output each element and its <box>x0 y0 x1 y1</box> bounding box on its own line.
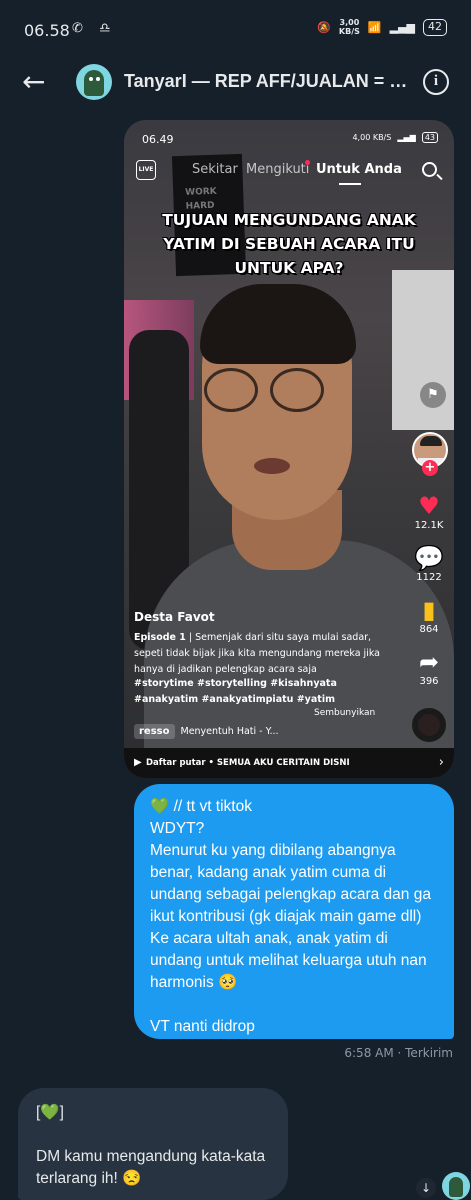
music-bar: resso Menyentuh Hati - Y... <box>134 724 279 739</box>
tab-sekitar: Sekitar <box>192 162 238 177</box>
video-caption-overlay: TUJUAN MENGUNDANG ANAK YATIM DI SEBUAH A… <box>162 211 416 277</box>
creator-username: Desta Favot <box>134 610 215 624</box>
conversation-header: ← TanyarI — REP AFF/JUALAN = BL... i <box>0 60 471 106</box>
playlist-label: Daftar putar • SEMUA AKU CERITAIN DISNI <box>146 758 350 768</box>
incoming-message-text: [💚] DM kamu mengandung kata-kata terlara… <box>36 1104 266 1187</box>
comment-action: 💬 1122 <box>408 544 450 583</box>
video-hashtags: #storytime #storytelling #kisahnyata #an… <box>134 678 337 705</box>
bookmark-count: 864 <box>419 624 439 635</box>
video-description: Episode 1 | Semenjak dari situ saya mula… <box>134 632 380 675</box>
shared-video-image[interactable]: WORK HARD 06.49 4,00 KB/S ▂▄▆ 43 LIVE Se… <box>124 120 454 778</box>
flag-icon: ⚑ <box>420 382 446 408</box>
status-right: 🔕 3,00 KB/S 📶 ▂▄▆ 42 <box>317 18 447 36</box>
outgoing-message-text: 💚 // tt vt tiktok WDYT? Menurut ku yang … <box>150 798 431 1035</box>
back-arrow-icon[interactable]: ← <box>22 68 52 98</box>
chevron-right-icon: › <box>438 755 444 770</box>
live-icon: LIVE <box>136 160 156 180</box>
comment-icon: 💬 <box>414 544 444 572</box>
hide-label: Sembunyikan <box>314 708 376 718</box>
network-speed: 3,00 KB/S <box>338 18 360 36</box>
bookmark-action: ▮ 864 <box>408 596 450 635</box>
share-icon: ➦ <box>418 648 440 676</box>
share-count: 396 <box>419 676 439 687</box>
share-action: ➦ 396 <box>408 648 450 687</box>
follow-plus-icon: + <box>422 460 438 476</box>
comment-count: 1122 <box>416 572 442 583</box>
conversation-avatar[interactable] <box>76 64 112 100</box>
heart-icon: ♥ <box>418 492 440 520</box>
music-disc-icon <box>412 708 446 742</box>
notification-icons: ✆ ♎ <box>72 21 117 36</box>
incoming-message-bubble[interactable]: [💚] DM kamu mengandung kata-kata terlara… <box>18 1088 288 1200</box>
info-icon[interactable]: i <box>423 69 449 95</box>
video-tabs: LIVE Sekitar Mengikuti Untuk Anda <box>124 158 454 190</box>
status-time: 06.58 <box>24 21 70 40</box>
resso-badge: resso <box>134 724 175 739</box>
like-action: ♥ 12.1K <box>408 492 450 531</box>
playlist-bar: ▶ Daftar putar • SEMUA AKU CERITAIN DISN… <box>124 748 454 778</box>
scroll-down-icon[interactable]: ↓ <box>416 1178 436 1198</box>
outgoing-message-bubble[interactable]: 💚 // tt vt tiktok WDYT? Menurut ku yang … <box>134 784 454 1039</box>
bookmark-icon: ▮ <box>422 596 436 624</box>
wifi-icon: 📶 <box>367 20 382 34</box>
notification-dot <box>305 160 310 165</box>
like-count: 12.1K <box>414 520 444 531</box>
glasses-icon <box>204 368 258 412</box>
music-title: Menyentuh Hati - Y... <box>180 726 279 737</box>
tab-untuk-anda: Untuk Anda <box>316 162 402 177</box>
status-bar: 06.58 ✆ ♎ 🔕 3,00 KB/S 📶 ▂▄▆ 42 <box>0 0 471 60</box>
message-meta: 6:58 AM · Terkirim <box>344 1046 453 1060</box>
video-status-bar: 06.49 4,00 KB/S ▂▄▆ 43 <box>124 120 454 148</box>
signal-icon: ▂▄▆ <box>397 133 416 142</box>
tab-mengikuti: Mengikuti <box>246 162 310 177</box>
search-icon <box>422 162 437 177</box>
conversation-title[interactable]: TanyarI — REP AFF/JUALAN = BL... <box>124 71 414 92</box>
mute-icon: 🔕 <box>317 20 331 34</box>
signal-icon: ▂▄▆ <box>389 20 415 34</box>
playlist-icon: ▶ <box>134 757 142 768</box>
battery-indicator: 42 <box>423 18 447 36</box>
read-receipt-avatar <box>442 1172 470 1200</box>
avatar-figure <box>84 70 104 96</box>
